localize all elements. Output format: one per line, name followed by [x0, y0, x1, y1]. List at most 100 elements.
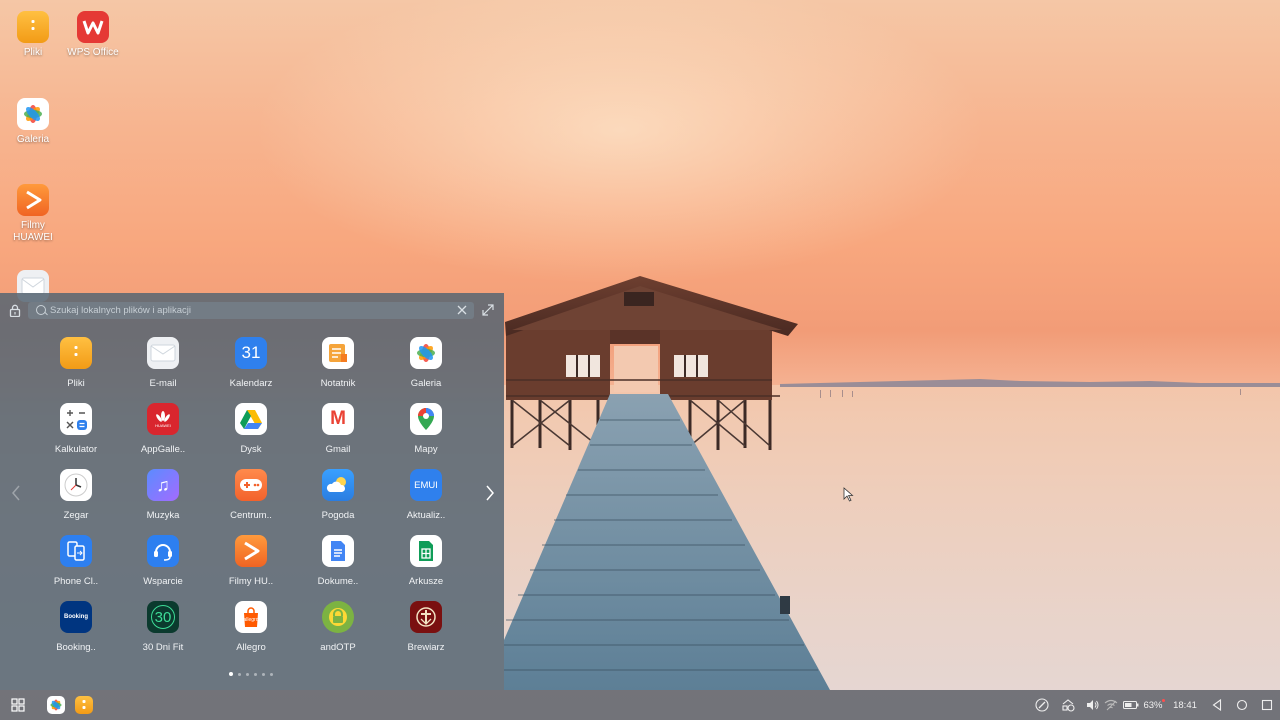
pen-icon — [1035, 698, 1049, 712]
battery-icon — [1123, 701, 1139, 709]
music-icon: ♫ — [147, 469, 179, 501]
app-huawei-video[interactable]: Filmy HU.. — [208, 535, 294, 601]
page-dot[interactable] — [246, 672, 249, 676]
brewiarz-icon — [410, 601, 442, 633]
app-label: Mapy — [414, 444, 438, 455]
search-icon — [36, 305, 46, 315]
app-label: Pogoda — [321, 510, 355, 521]
app-label: Kalkulator — [54, 444, 98, 455]
app-game-center[interactable]: Centrum.. — [208, 469, 294, 535]
mouse-pointer-icon — [843, 487, 854, 502]
taskbar-pinned-files[interactable] — [73, 690, 95, 720]
app-andotp[interactable]: andOTP — [295, 601, 381, 667]
app-maps[interactable]: Mapy — [383, 403, 469, 469]
app-notepad[interactable]: Notatnik — [295, 337, 381, 403]
app-gallery[interactable]: Galeria — [383, 337, 469, 403]
fitness-30-glyph: 30 — [151, 605, 175, 629]
lock-icon[interactable] — [9, 304, 21, 317]
app-appgallery[interactable]: HUAWEI AppGalle.. — [120, 403, 206, 469]
app-label: andOTP — [320, 642, 356, 653]
home-button[interactable] — [1233, 690, 1251, 720]
files-icon — [17, 11, 49, 43]
desktop-icon-label: WPS Office — [67, 47, 119, 58]
previous-page-arrow-icon[interactable] — [8, 483, 24, 503]
app-label: Arkusze — [408, 576, 444, 587]
next-page-arrow-icon[interactable] — [482, 483, 498, 503]
app-sheets[interactable]: Arkusze — [383, 535, 469, 601]
docs-icon — [322, 535, 354, 567]
app-support[interactable]: Wsparcie — [120, 535, 206, 601]
app-gmail[interactable]: M Gmail — [295, 403, 381, 469]
app-calculator[interactable]: Kalkulator — [33, 403, 119, 469]
app-label: Kalendarz — [229, 378, 273, 389]
desktop-icon-gallery[interactable]: Galeria — [0, 98, 66, 146]
app-brewiarz[interactable]: Brewiarz — [383, 601, 469, 667]
multi-device-button[interactable] — [1059, 690, 1077, 720]
page-dot[interactable] — [262, 672, 265, 676]
wifi-off-icon — [1104, 699, 1118, 711]
app-clock[interactable]: Zegar — [33, 469, 119, 535]
app-label: 30 Dni Fit — [142, 642, 184, 653]
desktop-icon-label: Galeria — [16, 134, 50, 145]
app-label: Galeria — [410, 378, 442, 389]
gallery-icon — [17, 98, 49, 130]
start-menu-panel: Pliki E-mail 31 Kalendarz Notatnik Galer… — [0, 293, 504, 690]
pen-mode-button[interactable] — [1033, 690, 1051, 720]
battery-indicator[interactable] — [1122, 690, 1140, 720]
taskbar: 63% 18:41 — [0, 690, 1280, 720]
app-label: Brewiarz — [407, 642, 445, 653]
maps-icon — [410, 403, 442, 435]
expand-icon[interactable] — [482, 304, 494, 316]
battery-percent[interactable]: 63% — [1140, 690, 1166, 720]
close-icon[interactable] — [456, 304, 468, 316]
gallery-icon — [47, 696, 65, 714]
support-icon — [147, 535, 179, 567]
back-button[interactable] — [1208, 690, 1226, 720]
volume-button[interactable] — [1083, 690, 1101, 720]
app-booking[interactable]: Booking Booking.. — [33, 601, 119, 667]
desktop-icon-files[interactable]: Pliki — [0, 11, 66, 59]
clock-display[interactable]: 18:41 — [1170, 690, 1200, 720]
start-menu-header — [0, 293, 504, 327]
app-label: Zegar — [63, 510, 89, 521]
files-icon — [75, 696, 93, 714]
app-30-day-fitness[interactable]: 30 30 Dni Fit — [120, 601, 206, 667]
search-input[interactable] — [50, 302, 450, 319]
start-menu-button[interactable] — [6, 690, 30, 720]
app-drive[interactable]: Dysk — [208, 403, 294, 469]
app-weather[interactable]: Pogoda — [295, 469, 381, 535]
desktop-icon-label: Pliki — [23, 47, 43, 58]
app-emui-update[interactable]: EMUI Aktualiz.. — [383, 469, 469, 535]
wifi-button[interactable] — [1102, 690, 1120, 720]
sheets-icon — [410, 535, 442, 567]
page-dot[interactable] — [270, 672, 273, 676]
app-calendar[interactable]: 31 Kalendarz — [208, 337, 294, 403]
search-box[interactable] — [28, 302, 474, 319]
app-files[interactable]: Pliki — [33, 337, 119, 403]
app-label: Centrum.. — [230, 510, 272, 521]
fitness-30-icon: 30 — [147, 601, 179, 633]
page-dot-active[interactable] — [229, 672, 233, 676]
page-dot[interactable] — [238, 672, 241, 676]
page-indicator[interactable] — [229, 672, 273, 676]
taskbar-pinned-gallery[interactable] — [45, 690, 67, 720]
page-dot[interactable] — [254, 672, 257, 676]
calculator-icon — [60, 403, 92, 435]
app-docs[interactable]: Dokume.. — [295, 535, 381, 601]
gmail-icon: M — [322, 403, 354, 435]
notepad-icon — [322, 337, 354, 369]
app-label: AppGalle.. — [140, 444, 186, 455]
calendar-day-number: 31 — [241, 343, 261, 362]
app-phone-clone[interactable]: Phone Cl.. — [33, 535, 119, 601]
app-allegro[interactable]: allegro Allegro — [208, 601, 294, 667]
app-music[interactable]: ♫ Muzyka — [120, 469, 206, 535]
email-icon — [147, 337, 179, 369]
recents-square-icon — [1261, 699, 1273, 711]
app-label: Dokume.. — [317, 576, 359, 587]
appgallery-wordmark: HUAWEI — [155, 422, 171, 428]
app-label: Wsparcie — [143, 576, 183, 587]
desktop-icon-huawei-video[interactable]: Filmy HUAWEI — [0, 184, 66, 244]
recent-apps-button[interactable] — [1258, 690, 1276, 720]
desktop-icon-wps-office[interactable]: WPS Office — [60, 11, 126, 59]
app-email[interactable]: E-mail — [120, 337, 206, 403]
